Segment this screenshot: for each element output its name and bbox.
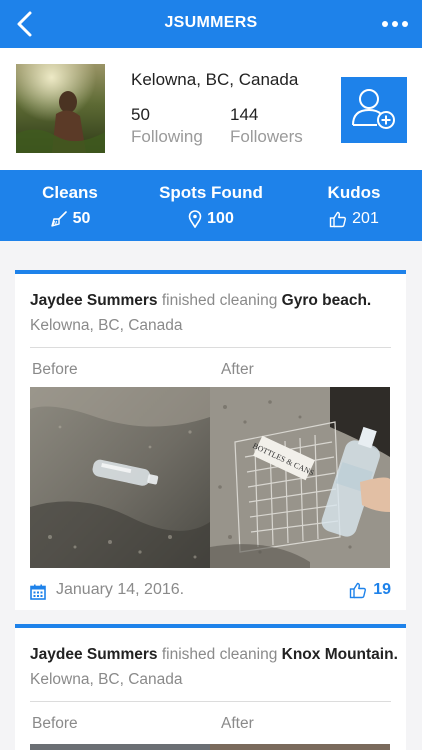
activity-action: finished cleaning: [161, 646, 278, 663]
spots-label: Spots Found: [159, 183, 263, 202]
thumbs-up-icon: [329, 211, 347, 228]
map-pin-icon: [188, 210, 202, 228]
following-count[interactable]: 50: [131, 105, 150, 125]
before-photo[interactable]: [30, 387, 210, 568]
navbar: JSUMMERS: [0, 0, 422, 48]
before-label: Before: [32, 361, 78, 378]
feed-card[interactable]: Jaydee Summers finished cleaning Knox Mo…: [15, 624, 406, 750]
cleans-stat[interactable]: Cleans 50: [26, 183, 114, 228]
page-title: JSUMMERS: [164, 14, 258, 31]
thumbs-up-icon: [350, 582, 367, 599]
profile-header: Kelowna, BC, Canada 50 Following 144 Fol…: [0, 48, 422, 170]
divider: [30, 347, 391, 348]
kudos-button[interactable]: 19: [349, 581, 391, 599]
activity-date: January 14, 2016.: [56, 581, 185, 598]
after-photo[interactable]: [210, 744, 390, 750]
activity-text: Jaydee Summers finished cleaning Gyro be…: [30, 288, 400, 338]
avatar[interactable]: [16, 64, 105, 153]
after-photo[interactable]: BOTTLES & CANS: [210, 387, 390, 568]
followers-count[interactable]: 144: [230, 105, 258, 125]
before-label: Before: [32, 715, 78, 732]
feed-card[interactable]: Jaydee Summers finished cleaning Gyro be…: [15, 270, 406, 610]
activity-location: Kelowna, BC, Canada: [30, 671, 183, 688]
add-friend-button[interactable]: [341, 77, 407, 143]
stats-bar: Cleans 50 Spots Found 100 Kudos 201: [0, 170, 422, 241]
calendar-icon: [30, 584, 46, 600]
following-label[interactable]: Following: [131, 127, 203, 147]
broom-icon: [50, 211, 67, 227]
activity-action: finished cleaning: [161, 292, 278, 309]
before-photo[interactable]: [30, 744, 210, 750]
kudos-stat[interactable]: Kudos 201: [318, 183, 390, 228]
activity-location: Kelowna, BC, Canada: [30, 317, 183, 334]
profile-location: Kelowna, BC, Canada: [131, 70, 299, 89]
activity-text: Jaydee Summers finished cleaning Knox Mo…: [30, 642, 400, 692]
more-options-button[interactable]: [380, 13, 410, 35]
after-label: After: [221, 715, 254, 732]
activity-user[interactable]: Jaydee Summers: [30, 646, 158, 663]
divider: [30, 701, 391, 702]
kudos-label: Kudos: [327, 183, 381, 202]
kudos-count: 19: [373, 581, 391, 598]
activity-place[interactable]: Gyro beach.: [282, 292, 372, 309]
activity-user[interactable]: Jaydee Summers: [30, 292, 158, 309]
spots-value: 100: [207, 210, 234, 227]
spots-stat[interactable]: Spots Found 100: [151, 183, 271, 228]
add-user-icon: [352, 89, 395, 129]
after-label: After: [221, 361, 254, 378]
followers-label[interactable]: Followers: [230, 127, 303, 147]
cleans-label: Cleans: [42, 183, 98, 202]
more-dots-icon: [382, 21, 408, 27]
activity-place[interactable]: Knox Mountain.: [282, 646, 398, 663]
cleans-value: 50: [72, 210, 91, 227]
kudos-value: 201: [352, 210, 379, 227]
card-footer: January 14, 2016. 19: [30, 578, 391, 608]
